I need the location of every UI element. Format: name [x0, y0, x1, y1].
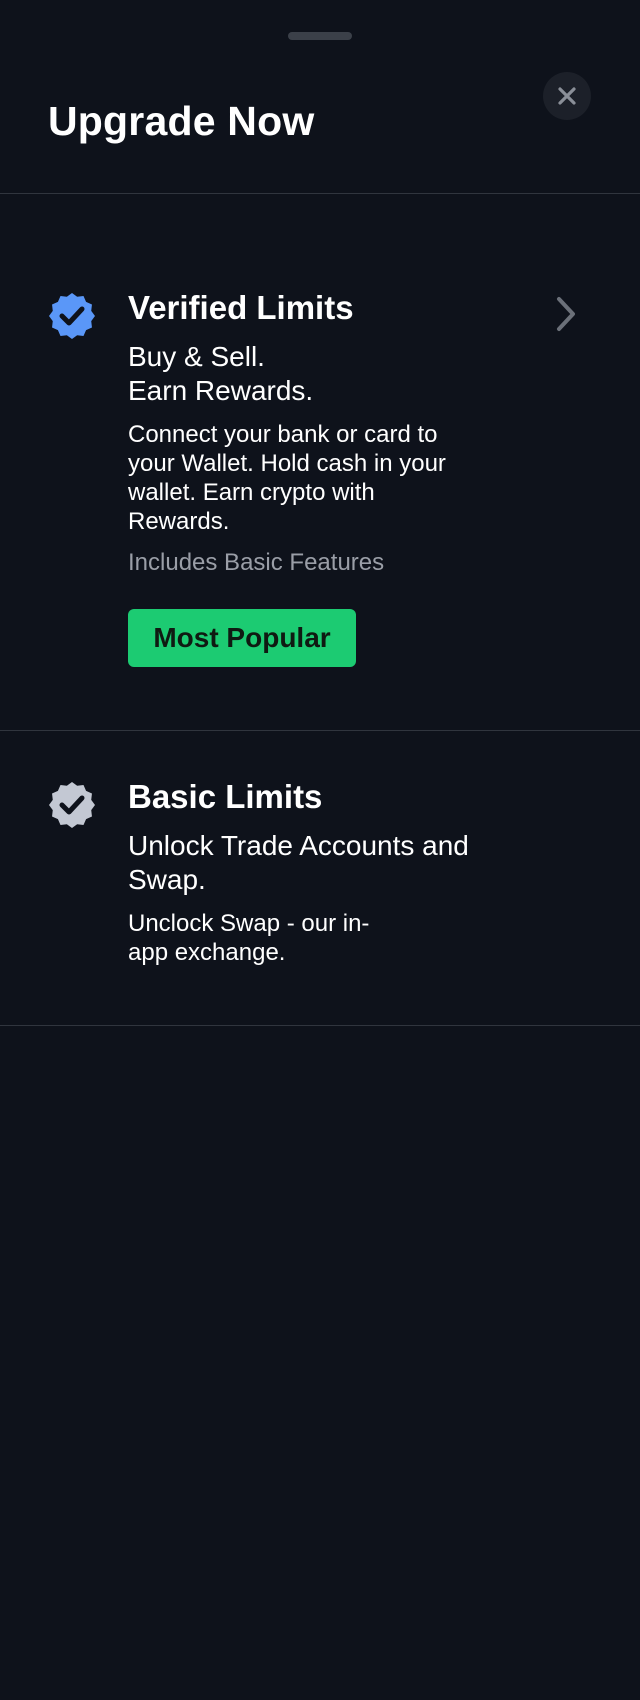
- tier-card-basic[interactable]: Basic Limits Unlock Trade Accounts and S…: [0, 731, 640, 1026]
- tier-title: Verified Limits: [128, 289, 354, 326]
- close-icon: [558, 87, 576, 105]
- tier-tagline: Unlock Trade Accounts and Swap.: [128, 830, 469, 895]
- page-title: Upgrade Now: [48, 98, 315, 144]
- upgrade-sheet: Upgrade Now Verified Limits Buy & Sell. …: [0, 0, 640, 1700]
- tier-includes: Includes Basic Features: [128, 549, 385, 576]
- tier-content: Basic Limits Unlock Trade Accounts and S…: [128, 777, 488, 967]
- most-popular-button[interactable]: Most Popular: [128, 609, 356, 667]
- verified-badge-icon: [49, 293, 95, 339]
- tier-content: Verified Limits Buy & Sell. Earn Rewards…: [128, 288, 488, 667]
- basic-badge-icon: [49, 782, 95, 828]
- tier-card-verified[interactable]: Verified Limits Buy & Sell. Earn Rewards…: [0, 194, 640, 731]
- tier-description: Unclock Swap - our in-app exchange.: [128, 910, 370, 966]
- drag-handle[interactable]: [288, 32, 352, 40]
- tier-description: Connect your bank or card to your Wallet…: [128, 421, 446, 535]
- close-button[interactable]: [543, 72, 591, 120]
- sheet-header: Upgrade Now: [0, 0, 640, 194]
- chevron-right-icon[interactable]: [552, 294, 580, 334]
- tier-title: Basic Limits: [128, 778, 323, 815]
- tier-tagline: Buy & Sell. Earn Rewards.: [128, 341, 314, 406]
